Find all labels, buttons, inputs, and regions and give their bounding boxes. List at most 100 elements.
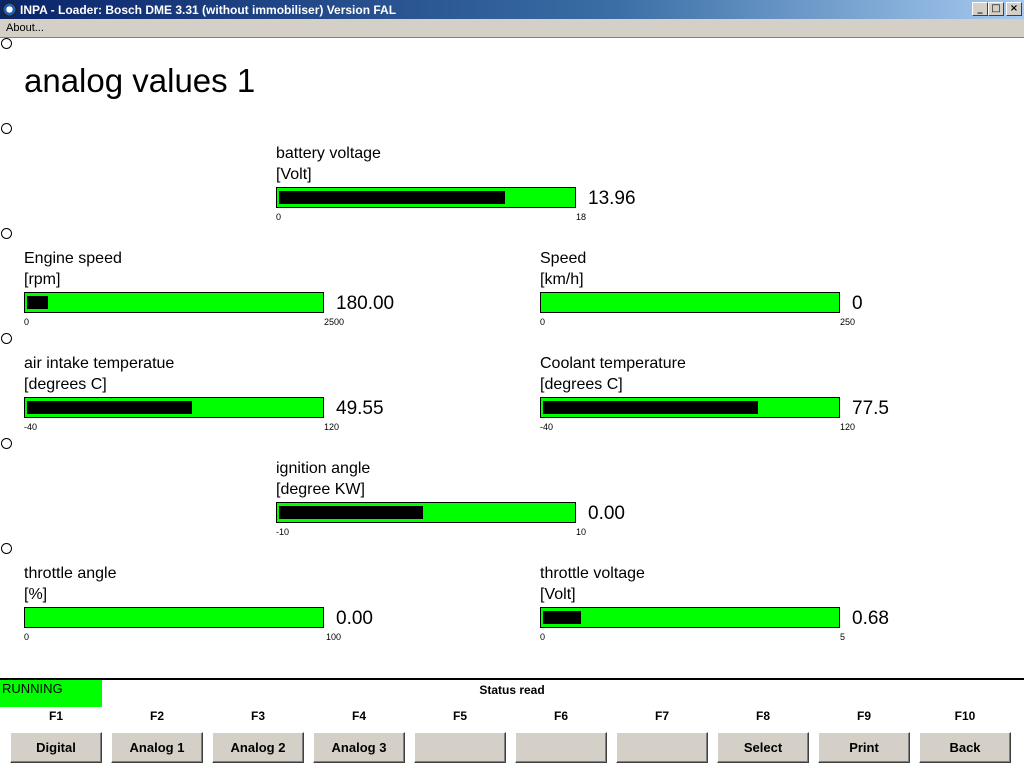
gauge-throttle-angle: throttle angle [%] 0.00 0 100 <box>24 565 404 657</box>
page-title: analog values 1 <box>24 62 256 99</box>
fkey-label-f9: F9 <box>856 709 871 723</box>
gauge-value: 0.00 <box>336 608 373 629</box>
row-marker-icon <box>1 333 12 344</box>
gauge-fill <box>27 296 48 309</box>
f1-digital-button[interactable]: Digital <box>10 732 102 763</box>
main-panel: analog values 1 battery voltage [Volt] 1… <box>0 37 1024 678</box>
gauge-throttle-voltage: throttle voltage [Volt] 0.68 0 5 <box>540 565 920 657</box>
gauge-coolant-temperature: Coolant temperature [degrees C] 77.5 -40… <box>540 355 920 447</box>
gauge-bar <box>24 397 324 418</box>
gauge-max: 100 <box>326 632 342 642</box>
gauge-bar <box>24 292 324 313</box>
fkey-label-f2: F2 <box>149 709 164 723</box>
gauge-unit: [rpm] <box>24 271 61 288</box>
gauge-fill <box>543 611 581 624</box>
gauge-min: 0 <box>540 317 546 327</box>
f7-button[interactable] <box>616 732 708 763</box>
row-marker-icon <box>1 38 12 49</box>
gauge-label: air intake temperatue <box>24 355 175 372</box>
fkey-label-f7: F7 <box>654 709 669 723</box>
gauge-min: 0 <box>276 212 282 222</box>
row-marker-icon <box>1 543 12 554</box>
gauge-max: 2500 <box>324 317 345 327</box>
gauge-bar <box>276 502 576 523</box>
f9-print-button[interactable]: Print <box>818 732 910 763</box>
gauge-max: 5 <box>840 632 846 642</box>
gauge-unit: [degree KW] <box>276 481 365 498</box>
gauge-fill <box>543 401 758 414</box>
gauge-bar <box>276 187 576 208</box>
gauge-value: 0.00 <box>588 503 625 524</box>
gauge-min: -40 <box>24 422 38 432</box>
fkey-label-f6: F6 <box>553 709 568 723</box>
gauge-unit: [km/h] <box>540 271 584 288</box>
fkey-label-f8: F8 <box>755 709 770 723</box>
minimize-button[interactable]: _ <box>972 2 988 16</box>
f2-analog1-button[interactable]: Analog 1 <box>111 732 203 763</box>
gauge-fill <box>279 191 505 204</box>
gauge-fill <box>27 401 192 414</box>
gauge-unit: [degrees C] <box>540 376 623 393</box>
fkey-label-f4: F4 <box>351 709 366 723</box>
gauge-unit: [Volt] <box>540 586 576 603</box>
menu-bar: About... <box>0 19 1024 37</box>
fkey-label-f5: F5 <box>452 709 467 723</box>
gauge-max: 18 <box>576 212 587 222</box>
gauge-label: throttle angle <box>24 565 117 582</box>
gauge-max: 120 <box>324 422 340 432</box>
gauge-value: 49.55 <box>336 398 384 419</box>
gauge-bar <box>540 292 840 313</box>
gauge-max: 250 <box>840 317 856 327</box>
function-key-panel: RUNNING Status read F1 F2 F3 F4 F5 F6 F7… <box>0 678 1024 768</box>
gauge-label: Speed <box>540 250 587 267</box>
row-marker-icon <box>1 123 12 134</box>
maximize-button[interactable]: □ <box>988 2 1004 16</box>
gauge-air-intake-temperature: air intake temperatue [degrees C] 49.55 … <box>24 355 404 447</box>
gauge-unit: [degrees C] <box>24 376 107 393</box>
bmw-logo-icon[interactable] <box>2 2 17 17</box>
status-running-indicator: RUNNING <box>0 680 102 707</box>
f8-select-button[interactable]: Select <box>717 732 809 763</box>
f5-button[interactable] <box>414 732 506 763</box>
gauge-bar <box>24 607 324 628</box>
gauge-min: 0 <box>24 632 30 642</box>
gauge-label: throttle voltage <box>540 565 645 582</box>
window-controls: _ □ × <box>972 2 1022 16</box>
gauge-min: -10 <box>276 527 290 537</box>
gauge-value: 0.68 <box>852 608 889 629</box>
f6-button[interactable] <box>515 732 607 763</box>
menu-item-about[interactable]: About... <box>6 22 44 34</box>
row-marker-icon <box>1 228 12 239</box>
fkey-label-f10: F10 <box>954 709 976 723</box>
gauge-engine-speed: Engine speed [rpm] 180.00 0 2500 <box>24 250 404 342</box>
gauge-fill <box>279 506 423 519</box>
gauge-label: ignition angle <box>276 460 371 477</box>
gauge-bar <box>540 607 840 628</box>
status-message: Status read <box>479 683 545 697</box>
gauge-battery-voltage: battery voltage [Volt] 13.96 0 18 <box>276 145 656 237</box>
gauge-value: 77.5 <box>852 398 889 419</box>
gauge-label: Engine speed <box>24 250 122 267</box>
gauge-unit: [Volt] <box>276 166 312 183</box>
gauge-unit: [%] <box>24 586 48 603</box>
gauge-min: 0 <box>24 317 30 327</box>
f4-analog3-button[interactable]: Analog 3 <box>313 732 405 763</box>
gauge-min: -40 <box>540 422 554 432</box>
close-button[interactable]: × <box>1006 2 1022 16</box>
gauge-value: 180.00 <box>336 293 395 314</box>
fkey-label-f1: F1 <box>48 709 63 723</box>
f3-analog2-button[interactable]: Analog 2 <box>212 732 304 763</box>
gauge-speed: Speed [km/h] 0 0 250 <box>540 250 920 342</box>
gauge-label: Coolant temperature <box>540 355 686 372</box>
gauge-ignition-angle: ignition angle [degree KW] 0.00 -10 10 <box>276 460 656 552</box>
fkey-label-f3: F3 <box>250 709 265 723</box>
gauge-max: 10 <box>576 527 587 537</box>
gauge-value: 13.96 <box>588 188 636 209</box>
f10-back-button[interactable]: Back <box>919 732 1011 763</box>
gauge-bar <box>540 397 840 418</box>
gauge-label: battery voltage <box>276 145 381 162</box>
gauge-max: 120 <box>840 422 856 432</box>
gauge-min: 0 <box>540 632 546 642</box>
window-title: INPA - Loader: Bosch DME 3.31 (without i… <box>20 2 397 17</box>
title-bar[interactable]: INPA - Loader: Bosch DME 3.31 (without i… <box>0 0 1024 19</box>
